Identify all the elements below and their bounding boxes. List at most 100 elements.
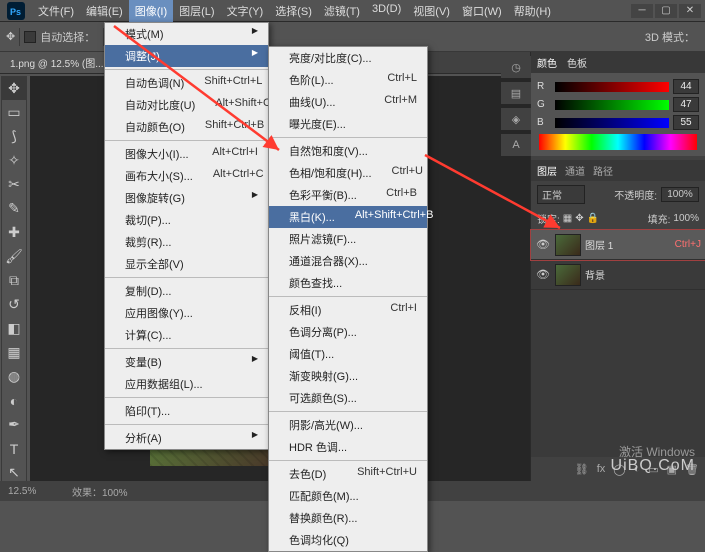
- zoom-value[interactable]: 12.5%: [8, 486, 58, 497]
- adj-selective-color[interactable]: 可选颜色(S)...: [269, 387, 427, 409]
- gradient-tool[interactable]: ▦: [2, 341, 26, 364]
- layer-name[interactable]: 图层 1: [585, 237, 671, 252]
- mi-trap[interactable]: 陷印(T)...: [105, 400, 268, 422]
- mi-apply-image[interactable]: 应用图像(Y)...: [105, 302, 268, 324]
- adj-vibrance[interactable]: 自然饱和度(V)...: [269, 140, 427, 162]
- blur-tool[interactable]: ◍: [2, 365, 26, 388]
- auto-select-checkbox[interactable]: [24, 31, 36, 43]
- layer-row[interactable]: 👁 背景: [531, 260, 705, 290]
- mi-reveal-all[interactable]: 显示全部(V): [105, 253, 268, 275]
- adj-color-lookup[interactable]: 颜色查找...: [269, 272, 427, 294]
- mi-image-size[interactable]: 图像大小(I)...Alt+Ctrl+I: [105, 143, 268, 165]
- layer-thumb[interactable]: [555, 234, 581, 256]
- adj-gradient-map[interactable]: 渐变映射(G)...: [269, 365, 427, 387]
- window-close[interactable]: ✕: [679, 4, 701, 18]
- window-minimize[interactable]: ─: [631, 4, 653, 18]
- stamp-tool[interactable]: ⧉: [2, 269, 26, 292]
- adj-match-color[interactable]: 匹配颜色(M)...: [269, 485, 427, 507]
- mi-trim[interactable]: 裁剪(R)...: [105, 231, 268, 253]
- tab-swatches[interactable]: 色板: [567, 55, 587, 70]
- spectrum-strip[interactable]: [539, 134, 697, 150]
- menu-window[interactable]: 窗口(W): [456, 0, 508, 22]
- window-maximize[interactable]: ▢: [655, 4, 677, 18]
- menu-3d[interactable]: 3D(D): [366, 0, 407, 22]
- menu-select[interactable]: 选择(S): [269, 0, 318, 22]
- adj-hdr[interactable]: HDR 色调...: [269, 436, 427, 458]
- tab-paths[interactable]: 路径: [593, 163, 613, 178]
- lock-all-icon[interactable]: 🔒: [587, 213, 599, 224]
- visibility-icon[interactable]: 👁: [535, 238, 551, 251]
- history-brush[interactable]: ↺: [2, 293, 26, 316]
- blend-mode-select[interactable]: 正常: [537, 185, 585, 204]
- adj-desaturate[interactable]: 去色(D)Shift+Ctrl+U: [269, 463, 427, 485]
- mi-adjustments[interactable]: 调整(J): [105, 45, 268, 67]
- b-slider[interactable]: [555, 118, 669, 128]
- brush-tool[interactable]: 🖌: [2, 245, 26, 268]
- crop-tool[interactable]: ✂: [2, 173, 26, 196]
- g-value[interactable]: 47: [673, 97, 699, 112]
- menu-file[interactable]: 文件(F): [32, 0, 80, 22]
- adj-shadows[interactable]: 阴影/高光(W)...: [269, 414, 427, 436]
- lock-pixels-icon[interactable]: ▦: [563, 213, 572, 224]
- mi-apply-data[interactable]: 应用数据组(L)...: [105, 373, 268, 395]
- mi-analysis[interactable]: 分析(A): [105, 427, 268, 449]
- mi-auto-color[interactable]: 自动颜色(O)Shift+Ctrl+B: [105, 116, 268, 138]
- adj-invert[interactable]: 反相(I)Ctrl+I: [269, 299, 427, 321]
- visibility-icon[interactable]: 👁: [535, 268, 551, 281]
- char-icon[interactable]: A: [501, 134, 531, 156]
- adj-curves[interactable]: 曲线(U)...Ctrl+M: [269, 91, 427, 113]
- tab-channels[interactable]: 通道: [565, 163, 585, 178]
- move-tool[interactable]: ✥: [2, 77, 26, 100]
- wand-tool[interactable]: ✧: [2, 149, 26, 172]
- adj-threshold[interactable]: 阈值(T)...: [269, 343, 427, 365]
- mi-calculations[interactable]: 计算(C)...: [105, 324, 268, 346]
- mi-canvas-size[interactable]: 画布大小(S)...Alt+Ctrl+C: [105, 165, 268, 187]
- menu-image[interactable]: 图像(I): [129, 0, 173, 22]
- mi-image-rotation[interactable]: 图像旋转(G): [105, 187, 268, 209]
- adj-hue[interactable]: 色相/饱和度(H)...Ctrl+U: [269, 162, 427, 184]
- adj-exposure[interactable]: 曝光度(E)...: [269, 113, 427, 135]
- opacity-input[interactable]: 100%: [661, 187, 699, 202]
- g-slider[interactable]: [555, 100, 669, 110]
- menu-help[interactable]: 帮助(H): [508, 0, 557, 22]
- pen-tool[interactable]: ✒: [2, 413, 26, 436]
- fill-input[interactable]: 100%: [673, 213, 699, 224]
- type-tool[interactable]: T: [2, 437, 26, 460]
- fx-icon[interactable]: fx: [597, 463, 606, 475]
- layer-name[interactable]: 背景: [585, 267, 701, 282]
- mi-duplicate[interactable]: 复制(D)...: [105, 280, 268, 302]
- tab-color[interactable]: 颜色: [537, 55, 557, 70]
- adj-replace-color[interactable]: 替换颜色(R)...: [269, 507, 427, 529]
- marquee-tool[interactable]: ▭: [2, 101, 26, 124]
- layer-thumb[interactable]: [555, 264, 581, 286]
- mi-auto-contrast[interactable]: 自动对比度(U)Alt+Shift+Ctrl+L: [105, 94, 268, 116]
- heal-tool[interactable]: ✚: [2, 221, 26, 244]
- adj-channel-mixer[interactable]: 通道混合器(X)...: [269, 250, 427, 272]
- mi-variables[interactable]: 变量(B): [105, 351, 268, 373]
- menu-edit[interactable]: 编辑(E): [80, 0, 129, 22]
- adj-posterize[interactable]: 色调分离(P)...: [269, 321, 427, 343]
- adj-color-balance[interactable]: 色彩平衡(B)...Ctrl+B: [269, 184, 427, 206]
- adj-levels[interactable]: 色阶(L)...Ctrl+L: [269, 69, 427, 91]
- actions-icon[interactable]: ▤: [501, 82, 531, 104]
- link-icon[interactable]: ⛓: [575, 463, 589, 476]
- mi-auto-tone[interactable]: 自动色调(N)Shift+Ctrl+L: [105, 72, 268, 94]
- dodge-tool[interactable]: ◐: [2, 389, 26, 412]
- mi-mode[interactable]: 模式(M): [105, 23, 268, 45]
- layer-row[interactable]: 👁 图层 1 Ctrl+J: [531, 230, 705, 260]
- menu-layer[interactable]: 图层(L): [173, 0, 220, 22]
- history-icon[interactable]: ◷: [501, 56, 531, 78]
- adj-photo-filter[interactable]: 照片滤镜(F)...: [269, 228, 427, 250]
- document-tab[interactable]: 1.png @ 12.5% (图...: [0, 52, 114, 73]
- r-value[interactable]: 44: [673, 79, 699, 94]
- eraser-tool[interactable]: ◧: [2, 317, 26, 340]
- adj-equalize[interactable]: 色调均化(Q): [269, 529, 427, 551]
- b-value[interactable]: 55: [673, 115, 699, 130]
- lock-position-icon[interactable]: ✥: [575, 213, 583, 224]
- eyedropper-tool[interactable]: ✎: [2, 197, 26, 220]
- lasso-tool[interactable]: ⟆: [2, 125, 26, 148]
- tab-layers[interactable]: 图层: [537, 163, 557, 178]
- menu-type[interactable]: 文字(Y): [221, 0, 270, 22]
- r-slider[interactable]: [555, 82, 669, 92]
- properties-icon[interactable]: ◈: [501, 108, 531, 130]
